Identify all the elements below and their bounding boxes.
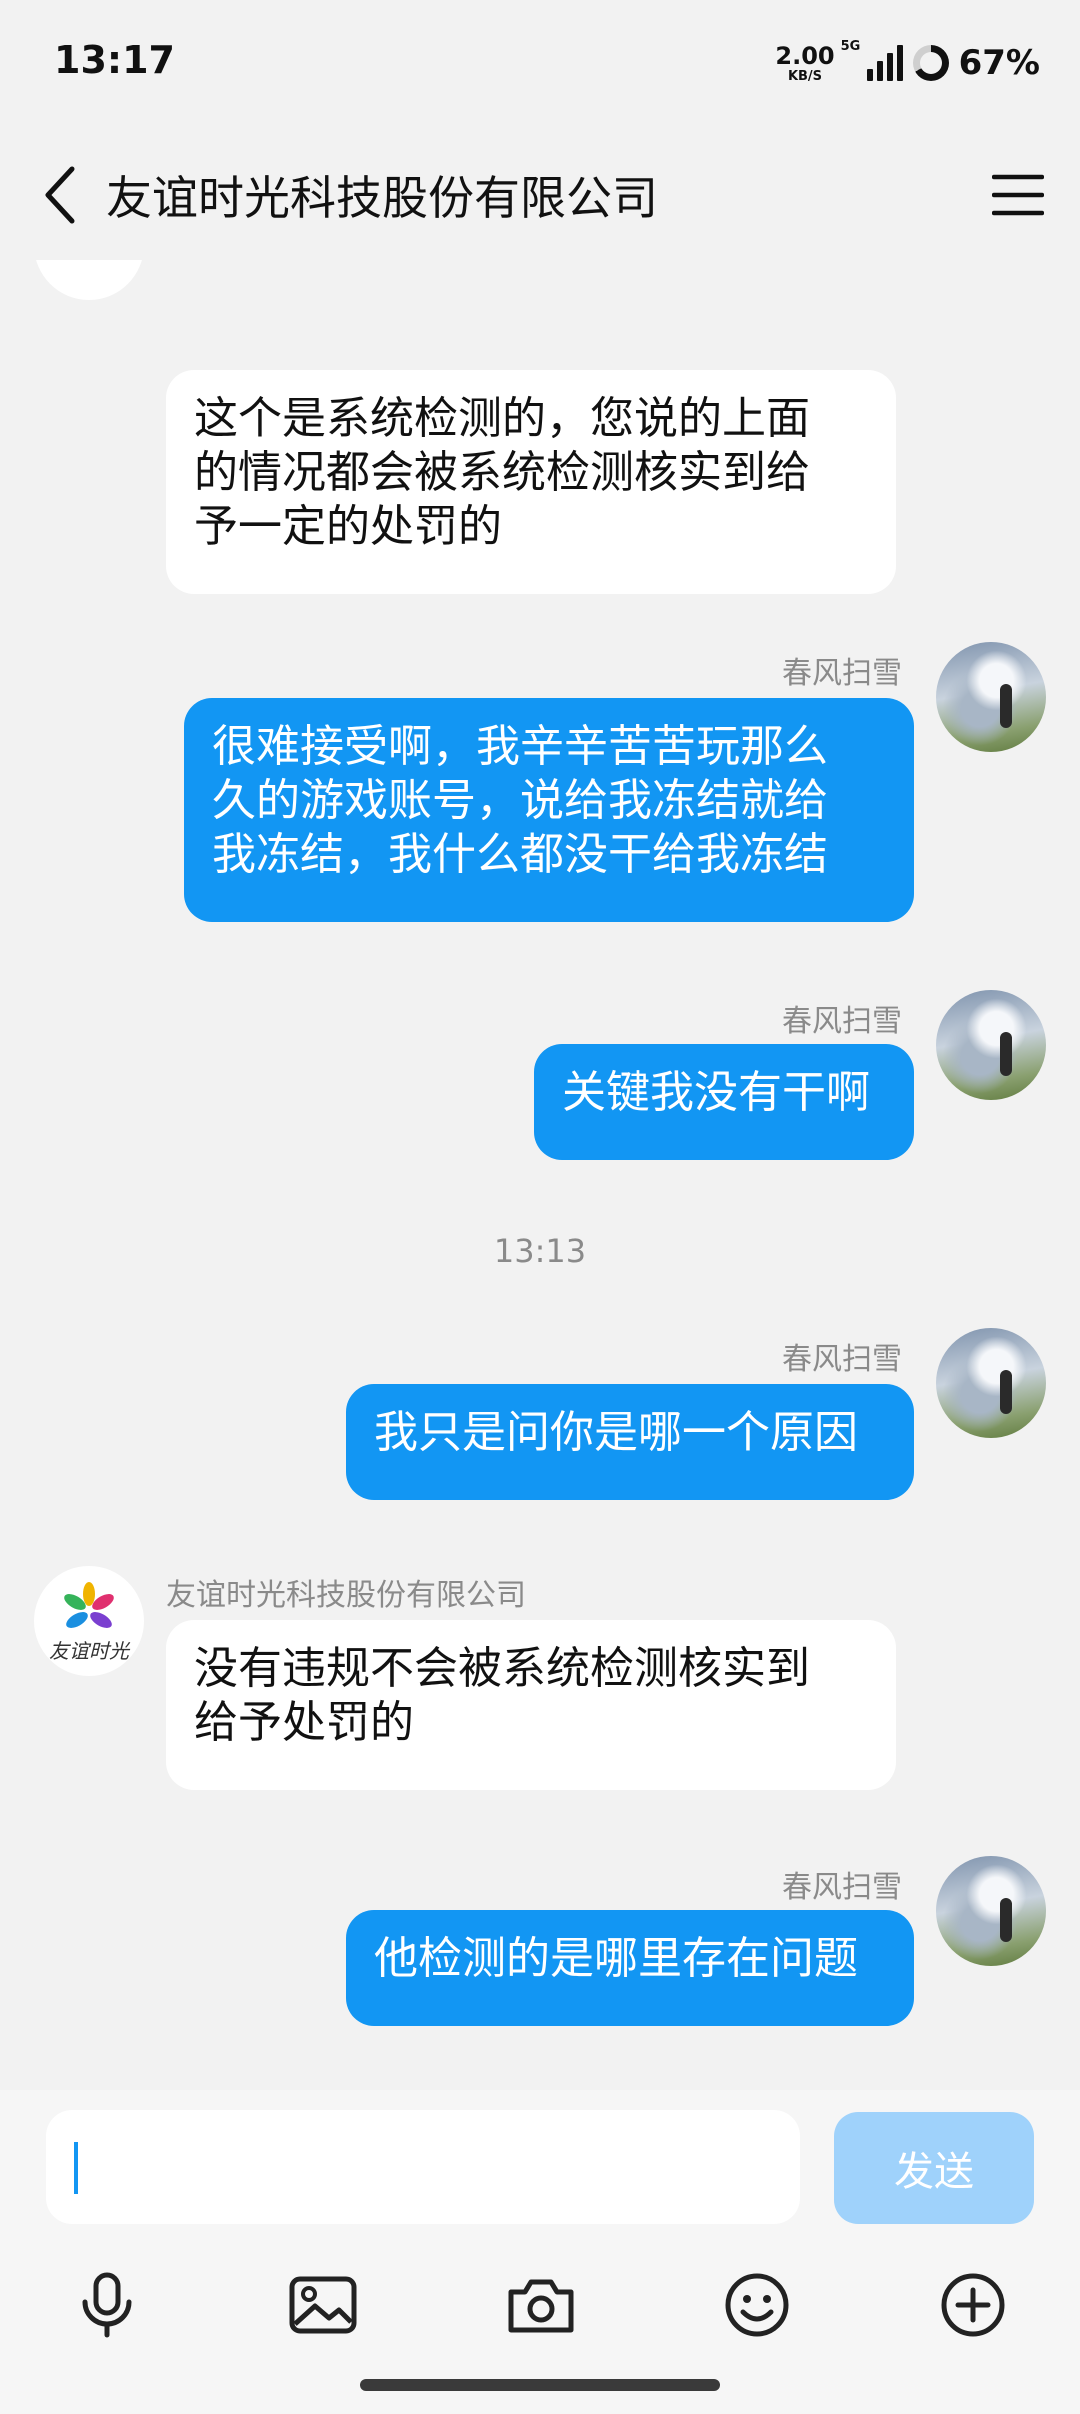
more-button[interactable]: [918, 2250, 1028, 2360]
company-logo-text: 友谊时光: [49, 1639, 131, 1663]
network-type: 5G: [840, 39, 861, 54]
message-input[interactable]: [46, 2110, 800, 2224]
text-caret: [74, 2142, 78, 2194]
plus-icon: [941, 2273, 1005, 2337]
message-text: 这个是系统检测的，您说的上面: [194, 393, 810, 444]
sender-name: 春风扫雪: [782, 656, 902, 691]
menu-icon: [992, 174, 1044, 216]
company-logo-icon: [34, 260, 144, 300]
camera-icon: [508, 2279, 574, 2333]
sender-name: 友谊时光科技股份有限公司: [166, 1578, 526, 1613]
send-button[interactable]: 发送: [834, 2112, 1034, 2224]
chevron-left-icon: [45, 166, 75, 224]
message-text: 的情况都会被系统检测核实到给: [194, 447, 810, 498]
company-avatar[interactable]: [34, 260, 144, 300]
microphone-icon: [82, 2272, 132, 2338]
message-text: 他检测的是哪里存在问题: [374, 1933, 858, 1984]
status-bar: 13:17 2.00 KB/S 5G 67%: [0, 0, 1080, 130]
network-speed: 2.00 KB/S: [775, 44, 834, 83]
network-speed-unit: KB/S: [787, 68, 823, 84]
company-avatar[interactable]: 友谊时光: [34, 1566, 144, 1676]
battery-percent: 67%: [958, 43, 1040, 83]
image-icon: [289, 2276, 357, 2334]
message-item: 春风扫雪 很难接受啊，我辛辛苦苦玩那么 久的游戏账号，说给我冻结就给 我冻结，我…: [0, 642, 1080, 942]
chat-header: 友谊时光科技股份有限公司: [0, 130, 1080, 260]
message-text: 久的游戏账号，说给我冻结就给: [212, 775, 828, 826]
message-item: 春风扫雪 关键我没有干啊: [0, 990, 1080, 1190]
company-logo-icon: 友谊时光: [49, 1582, 131, 1663]
status-time: 13:17: [54, 38, 175, 82]
message-text: 我只是问你是哪一个原因: [374, 1407, 858, 1458]
input-bar: 发送: [0, 2090, 1080, 2414]
message-text: 关键我没有干啊: [562, 1067, 870, 1118]
voice-button[interactable]: [52, 2250, 162, 2360]
message-text: 予一定的处罚的: [194, 501, 502, 552]
signal-icon: 5G: [841, 39, 903, 81]
network-speed-value: 2.00: [775, 41, 835, 70]
message-text: 没有违规不会被系统检测核实到: [194, 1643, 810, 1694]
message-bubble[interactable]: 这个是系统检测的，您说的上面 的情况都会被系统检测核实到给 予一定的处罚的: [166, 370, 896, 594]
message-item: 友谊时光 友谊时光科技股份有限公司 没有违规不会被系统检测核实到 给予处罚的: [0, 1566, 1080, 1836]
camera-button[interactable]: [486, 2250, 596, 2360]
user-avatar[interactable]: [936, 990, 1046, 1100]
photo-button[interactable]: [268, 2250, 378, 2360]
user-avatar[interactable]: [936, 1328, 1046, 1438]
emoji-button[interactable]: [702, 2250, 812, 2360]
emoji-icon: [725, 2273, 789, 2337]
chat-area[interactable]: 这个是系统检测的，您说的上面 的情况都会被系统检测核实到给 予一定的处罚的 春风…: [0, 260, 1080, 2090]
message-item: 春风扫雪 我只是问你是哪一个原因: [0, 1328, 1080, 1528]
message-bubble[interactable]: 他检测的是哪里存在问题: [346, 1910, 914, 2026]
sender-name: 春风扫雪: [782, 1004, 902, 1039]
message-bubble[interactable]: 我只是问你是哪一个原因: [346, 1384, 914, 1500]
menu-button[interactable]: [986, 160, 1050, 230]
message-bubble[interactable]: 关键我没有干啊: [534, 1044, 914, 1160]
message-text: 给予处罚的: [194, 1697, 414, 1748]
user-avatar[interactable]: [936, 642, 1046, 752]
user-avatar[interactable]: [936, 1856, 1046, 1966]
message-text: 我冻结，我什么都没干给我冻结: [212, 829, 828, 880]
message-item: 春风扫雪 他检测的是哪里存在问题: [0, 1856, 1080, 2056]
toolbar: [0, 2250, 1080, 2360]
home-indicator[interactable]: [360, 2379, 720, 2391]
battery-icon: [912, 45, 949, 81]
time-separator: 13:13: [493, 1232, 587, 1270]
page-title: 友谊时光科技股份有限公司: [106, 171, 658, 225]
message-bubble[interactable]: 很难接受啊，我辛辛苦苦玩那么 久的游戏账号，说给我冻结就给 我冻结，我什么都没干…: [184, 698, 914, 922]
message-bubble[interactable]: 没有违规不会被系统检测核实到 给予处罚的: [166, 1620, 896, 1790]
sender-name: 春风扫雪: [782, 1870, 902, 1905]
sender-name: 春风扫雪: [782, 1342, 902, 1377]
back-button[interactable]: [34, 160, 84, 230]
message-item: 这个是系统检测的，您说的上面 的情况都会被系统检测核实到给 予一定的处罚的: [0, 260, 1080, 600]
status-indicators: 2.00 KB/S 5G 67%: [775, 38, 1040, 88]
message-text: 很难接受啊，我辛辛苦苦玩那么: [212, 721, 828, 772]
